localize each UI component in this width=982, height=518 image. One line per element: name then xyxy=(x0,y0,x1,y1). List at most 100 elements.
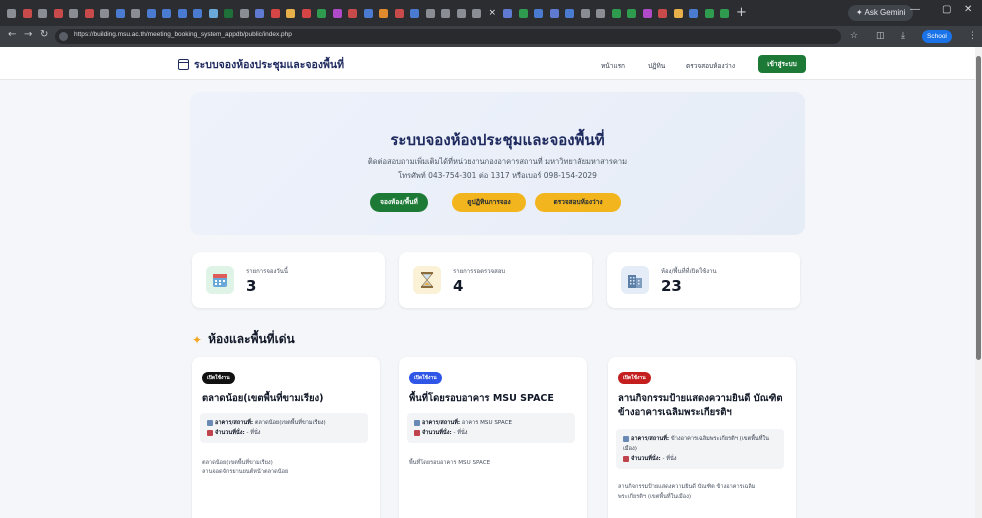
reload-icon[interactable]: ↻ xyxy=(40,29,48,40)
minimize-icon[interactable]: — xyxy=(910,4,920,15)
nav-link-calendar[interactable]: ปฏิทิน xyxy=(648,61,665,71)
tab-favicon-icon xyxy=(689,8,699,18)
browser-toolbar: ← → ↻ https://building.msu.ac.th/meeting… xyxy=(0,26,982,47)
status-badge: เปิดใช้งาน xyxy=(409,372,442,384)
room-title[interactable]: ตลาดน้อย(เขตพื้นที่ขามเรียง) xyxy=(202,392,372,406)
tab-favicon-icon xyxy=(53,8,63,18)
building-icon xyxy=(621,266,649,294)
browser-tab[interactable] xyxy=(376,4,392,22)
browser-tab[interactable] xyxy=(640,4,656,22)
url-text[interactable]: https://building.msu.ac.th/meeting_booki… xyxy=(74,31,292,38)
browser-tab[interactable] xyxy=(190,4,206,22)
forward-icon[interactable]: → xyxy=(24,29,32,40)
browser-tab[interactable] xyxy=(500,4,516,22)
login-button[interactable]: เข้าสู่ระบบ xyxy=(758,55,806,73)
browser-tab[interactable] xyxy=(686,4,702,22)
tab-favicon-icon xyxy=(239,8,249,18)
browser-tab[interactable] xyxy=(454,4,470,22)
browser-tab[interactable] xyxy=(268,4,284,22)
browser-tab[interactable] xyxy=(655,4,671,22)
browser-tab[interactable] xyxy=(562,4,578,22)
close-window-icon[interactable]: ✕ xyxy=(964,4,972,15)
browser-tab[interactable] xyxy=(221,4,237,22)
browser-tab[interactable] xyxy=(51,4,67,22)
building-icon xyxy=(414,419,420,426)
room-card[interactable]: เปิดใช้งาน พื้นที่โดยรอบอาคาร MSU SPACE … xyxy=(399,357,587,518)
download-icon[interactable]: ⤓ xyxy=(901,31,905,41)
browser-tab[interactable] xyxy=(20,4,36,22)
browser-tab[interactable] xyxy=(206,4,222,22)
tab-favicon-icon xyxy=(115,8,125,18)
browser-tab[interactable] xyxy=(144,4,160,22)
view-calendar-button[interactable]: ดูปฏิทินการจอง xyxy=(452,193,526,212)
profile-button[interactable]: School xyxy=(922,30,952,43)
tab-favicon-icon xyxy=(472,8,482,18)
back-icon[interactable]: ← xyxy=(8,29,16,40)
tab-favicon-icon xyxy=(611,8,621,18)
tab-favicon-icon xyxy=(131,8,141,18)
close-tab-icon[interactable]: × xyxy=(485,4,501,22)
room-description-2: พระเกียรติฯ (เขตพื้นที่ในเมือง) xyxy=(618,494,692,500)
bookmark-star-icon[interactable]: ☆ xyxy=(850,31,858,41)
featured-section-heading: ✦ ห้องและพื้นที่เด่น xyxy=(192,332,295,347)
browser-tab[interactable] xyxy=(717,4,733,22)
browser-tab[interactable] xyxy=(516,4,532,22)
browser-tab[interactable] xyxy=(702,4,718,22)
browser-tab[interactable] xyxy=(609,4,625,22)
room-title[interactable]: ลานกิจกรรมป้ายแสดงความยินดี บัณฑิต ข้างอ… xyxy=(618,392,788,420)
browser-tab[interactable] xyxy=(66,4,82,22)
tab-favicon-icon xyxy=(596,8,606,18)
browser-tab[interactable] xyxy=(330,4,346,22)
scrollbar-thumb[interactable] xyxy=(976,56,981,360)
browser-tab[interactable] xyxy=(159,4,175,22)
check-availability-button[interactable]: ตรวจสอบห้องว่าง xyxy=(535,193,621,212)
room-card[interactable]: เปิดใช้งาน ตลาดน้อย(เขตพื้นที่ขามเรียง) … xyxy=(192,357,380,518)
room-title[interactable]: พื้นที่โดยรอบอาคาร MSU SPACE xyxy=(409,392,579,406)
tab-favicon-icon xyxy=(518,8,528,18)
browser-tab[interactable] xyxy=(237,4,253,22)
browser-tab[interactable] xyxy=(175,4,191,22)
room-description: พื้นที่โดยรอบอาคาร MSU SPACE xyxy=(409,460,491,466)
browser-tab[interactable] xyxy=(113,4,129,22)
browser-tab[interactable] xyxy=(407,4,423,22)
browser-tab[interactable] xyxy=(299,4,315,22)
book-room-button[interactable]: จองห้อง/พื้นที่ xyxy=(370,193,428,212)
browser-tab[interactable] xyxy=(624,4,640,22)
maximize-icon[interactable]: ▢ xyxy=(942,4,951,15)
tab-favicon-icon xyxy=(549,8,559,18)
browser-tab[interactable] xyxy=(392,4,408,22)
browser-tab[interactable] xyxy=(671,4,687,22)
browser-tab[interactable] xyxy=(345,4,361,22)
person-icon xyxy=(623,455,629,462)
browser-tab[interactable] xyxy=(593,4,609,22)
tab-favicon-icon xyxy=(642,8,652,18)
browser-tab[interactable] xyxy=(314,4,330,22)
tab-favicon-icon xyxy=(425,8,435,18)
browser-tab[interactable] xyxy=(531,4,547,22)
browser-tab[interactable] xyxy=(4,4,20,22)
browser-tab[interactable] xyxy=(423,4,439,22)
tab-favicon-icon xyxy=(22,8,32,18)
nav-link-home[interactable]: หน้าแรก xyxy=(601,61,625,71)
browser-tab[interactable] xyxy=(547,4,563,22)
browser-tab[interactable] xyxy=(283,4,299,22)
nav-link-check-availability[interactable]: ตรวจสอบห้องว่าง xyxy=(686,61,735,71)
browser-tab[interactable] xyxy=(361,4,377,22)
ask-gemini-button[interactable]: ✦ Ask Gemini xyxy=(848,5,914,21)
browser-menu-icon[interactable]: ⋮ xyxy=(968,31,977,41)
room-card[interactable]: เปิดใช้งาน ลานกิจกรรมป้ายแสดงความยินดี บ… xyxy=(608,357,796,518)
status-badge: เปิดใช้งาน xyxy=(618,372,651,384)
browser-tab[interactable] xyxy=(469,4,485,22)
site-info-icon[interactable] xyxy=(59,32,68,41)
browser-tab[interactable] xyxy=(578,4,594,22)
browser-tab[interactable] xyxy=(128,4,144,22)
site-brand[interactable]: ระบบจองห้องประชุมและจองพื้นที่ xyxy=(178,56,344,73)
split-view-icon[interactable]: ◫ xyxy=(876,31,885,41)
browser-tab[interactable] xyxy=(82,4,98,22)
tab-favicon-icon xyxy=(255,8,265,18)
browser-tab[interactable] xyxy=(438,4,454,22)
new-tab-icon[interactable]: + xyxy=(733,4,751,22)
browser-tab[interactable] xyxy=(35,4,51,22)
browser-tab[interactable] xyxy=(252,4,268,22)
browser-tab[interactable] xyxy=(97,4,113,22)
